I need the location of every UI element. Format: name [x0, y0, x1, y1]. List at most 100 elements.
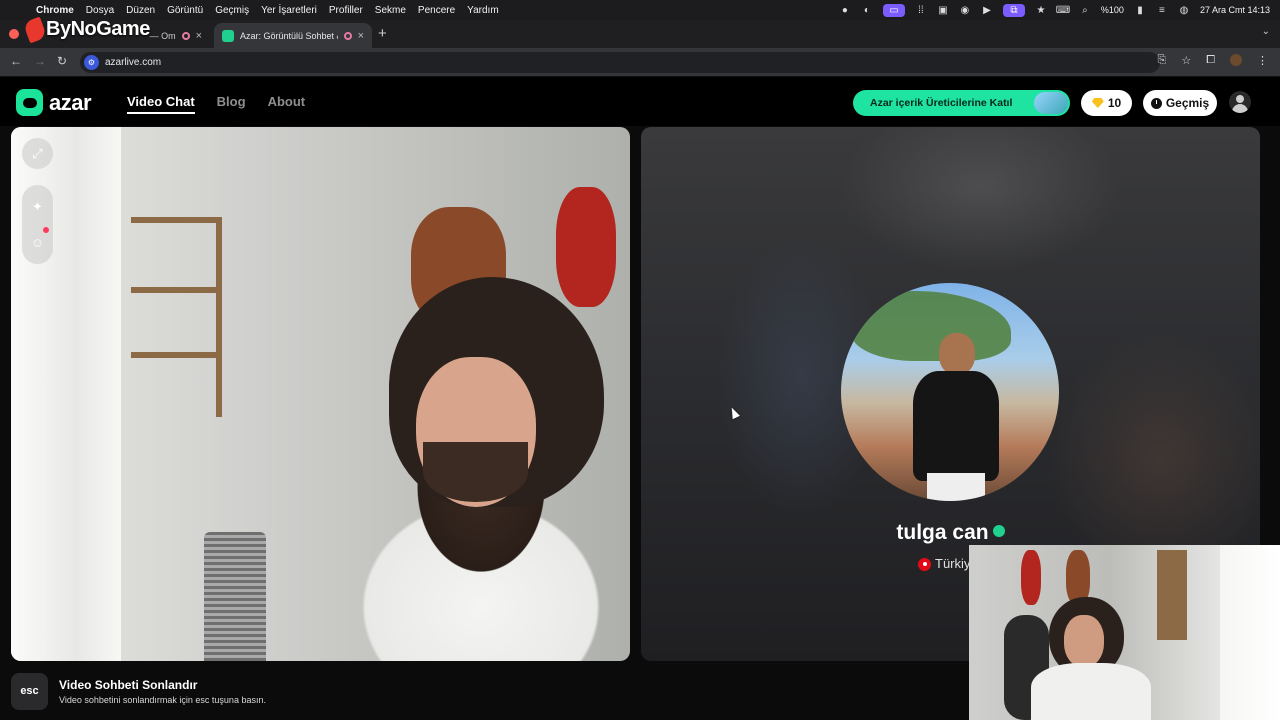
shelf: [131, 352, 221, 358]
siri-icon[interactable]: ◍: [1178, 4, 1190, 16]
macos-menubar: Chrome Dosya Düzen Görüntü Geçmiş Yer İş…: [0, 0, 1280, 20]
nav-blog[interactable]: Blog: [217, 94, 246, 114]
streamer-webcam-overlay: [969, 545, 1280, 720]
more-menu-icon[interactable]: ⋮: [1257, 54, 1268, 67]
url-text[interactable]: azarlive.com: [105, 57, 161, 68]
tab-azar[interactable]: Azar: Görüntülü Sohbet & ×: [214, 23, 372, 48]
bookmark-star-icon[interactable]: ☆: [1181, 54, 1191, 67]
azar-logo[interactable]: azar: [16, 89, 92, 116]
electric-guitar: [556, 187, 616, 307]
emoji-icon[interactable]: ☺: [31, 235, 44, 250]
microphone: [204, 532, 266, 661]
battery-percent: %100: [1100, 5, 1124, 15]
main-nav: Video Chat Blog About: [127, 94, 305, 114]
history-button[interactable]: Geçmiş: [1143, 90, 1217, 116]
status-dot-icon[interactable]: ●: [839, 4, 851, 16]
join-creators-button[interactable]: Azar içerik Üreticilerine Katıl: [853, 90, 1070, 116]
play-icon[interactable]: ▶: [981, 4, 993, 16]
sparkle-icon[interactable]: ✦: [32, 199, 43, 215]
profile-avatar-icon[interactable]: [1230, 54, 1242, 66]
window-close-icon[interactable]: [9, 29, 19, 39]
self-video: [11, 127, 630, 661]
gems-button[interactable]: 10: [1081, 90, 1132, 116]
match-country-row: Türkiy: [918, 556, 971, 572]
gem-count: 10: [1107, 96, 1122, 110]
site-info-icon[interactable]: ⚙: [84, 55, 99, 70]
menu-item-view[interactable]: Görüntü: [167, 5, 203, 16]
watermark-icon: [22, 16, 48, 44]
history-label: Geçmiş: [1165, 96, 1210, 110]
azar-header: azar Video Chat Blog About Azar içerik Ü…: [0, 77, 1280, 126]
azar-favicon-icon: [222, 29, 234, 42]
user-icon[interactable]: [1229, 91, 1251, 113]
shelf: [131, 287, 221, 293]
notification-dot: [43, 227, 49, 233]
grid-icon[interactable]: ⁞⁞: [915, 4, 927, 16]
watermark-text: ByNoGame: [46, 18, 150, 40]
tab-close-icon[interactable]: ×: [358, 30, 364, 42]
join-creators-label: Azar içerik Üreticilerine Katıl: [870, 97, 1013, 109]
nav-about[interactable]: About: [268, 94, 306, 114]
menu-item-history[interactable]: Geçmiş: [215, 5, 249, 16]
menu-app-name[interactable]: Chrome: [36, 5, 74, 16]
control-center-icon[interactable]: ≡: [1156, 4, 1168, 16]
nav-video-chat[interactable]: Video Chat: [127, 94, 195, 114]
creator-decoration-icon: [1034, 92, 1068, 114]
menubar-status-area: ● ◐ ▭ ⁞⁞ ▣ ◉ ▶ ⧉ ★ ⌨ ⌕ %100 ▮ ≡ ◍ 27 Ara…: [839, 0, 1270, 20]
hint-text: Video Sohbeti Sonlandır Video sohbetini …: [59, 678, 266, 705]
mic-status-icon[interactable]: ◉: [959, 4, 971, 16]
menu-item-tab[interactable]: Sekme: [375, 5, 406, 16]
verified-badge-icon: [992, 525, 1005, 538]
menu-item-edit[interactable]: Düzen: [126, 5, 155, 16]
tab-title: Azar: Görüntülü Sohbet &: [240, 30, 338, 41]
extensions-icon[interactable]: ⧠: [1206, 54, 1215, 67]
hint-title: Video Sohbeti Sonlandır: [59, 677, 198, 692]
color-wheel-icon[interactable]: ◐: [861, 4, 873, 16]
recording-indicator-icon: [181, 31, 190, 40]
watermark-logo: ByNoGame: [22, 16, 150, 44]
esc-key-button[interactable]: esc: [11, 672, 48, 710]
menu-item-profiles[interactable]: Profiller: [329, 5, 363, 16]
cast-icon[interactable]: ⎘: [1158, 54, 1167, 67]
tab-search-chevron-icon[interactable]: ⌄: [1262, 26, 1270, 37]
tab-close-icon[interactable]: ×: [196, 30, 202, 42]
screen-record-icon[interactable]: ▭: [882, 3, 905, 17]
clock-icon: [1150, 97, 1162, 109]
browser-tab-strip: — Om × Azar: Görüntülü Sohbet & × + ⌄: [0, 20, 1280, 48]
star-icon[interactable]: ★: [1035, 4, 1047, 16]
effects-toolbar: ✦ ☺: [22, 185, 53, 264]
battery-icon[interactable]: ▮: [1134, 4, 1146, 16]
reload-icon[interactable]: ↻: [57, 54, 67, 68]
video-side-tools: ⤢ ✦ ☺: [22, 138, 53, 264]
turkey-flag-icon: [918, 558, 931, 572]
menu-item-help[interactable]: Yardım: [467, 5, 499, 16]
menu-item-file[interactable]: Dosya: [86, 5, 114, 16]
new-tab-button[interactable]: +: [378, 25, 387, 42]
menu-item-bookmarks[interactable]: Yer İşaretleri: [261, 5, 317, 16]
match-name-row: tulga can: [641, 521, 1260, 545]
expand-icon[interactable]: ⤢: [22, 138, 53, 169]
shelf-post: [216, 217, 222, 417]
azar-logo-icon: [16, 89, 43, 116]
match-country: Türkiy: [935, 556, 971, 571]
person-beard: [423, 442, 528, 502]
shelf: [131, 217, 221, 223]
end-chat-hint: esc Video Sohbeti Sonlandır Video sohbet…: [11, 672, 266, 710]
gem-icon: [1091, 98, 1104, 108]
menubar-datetime[interactable]: 27 Ara Cmt 14:13: [1200, 5, 1270, 15]
toolbar-actions: ⎘ ☆ ⧠ ⋮: [1158, 54, 1268, 67]
menu-item-window[interactable]: Pencere: [418, 5, 455, 16]
recording-indicator-icon: [343, 31, 352, 40]
stage-manager-icon[interactable]: ⧉: [1002, 3, 1025, 17]
back-arrow-icon[interactable]: ←: [10, 54, 22, 68]
match-name: tulga can: [896, 521, 989, 544]
display-icon[interactable]: ▣: [937, 4, 949, 16]
forward-arrow-icon[interactable]: →: [34, 54, 46, 68]
match-profile-photo: [841, 283, 1059, 501]
azar-logo-text: azar: [49, 89, 92, 115]
hint-subtitle: Video sohbetini sonlandırmak için esc tu…: [59, 694, 266, 705]
browser-toolbar: ← → ↻ ⚙ azarlive.com ⎘ ☆ ⧠ ⋮: [0, 48, 1280, 77]
keyboard-icon[interactable]: ⌨: [1056, 4, 1070, 16]
search-icon[interactable]: ⌕: [1079, 4, 1091, 16]
address-bar[interactable]: ⚙ azarlive.com: [80, 52, 1160, 73]
